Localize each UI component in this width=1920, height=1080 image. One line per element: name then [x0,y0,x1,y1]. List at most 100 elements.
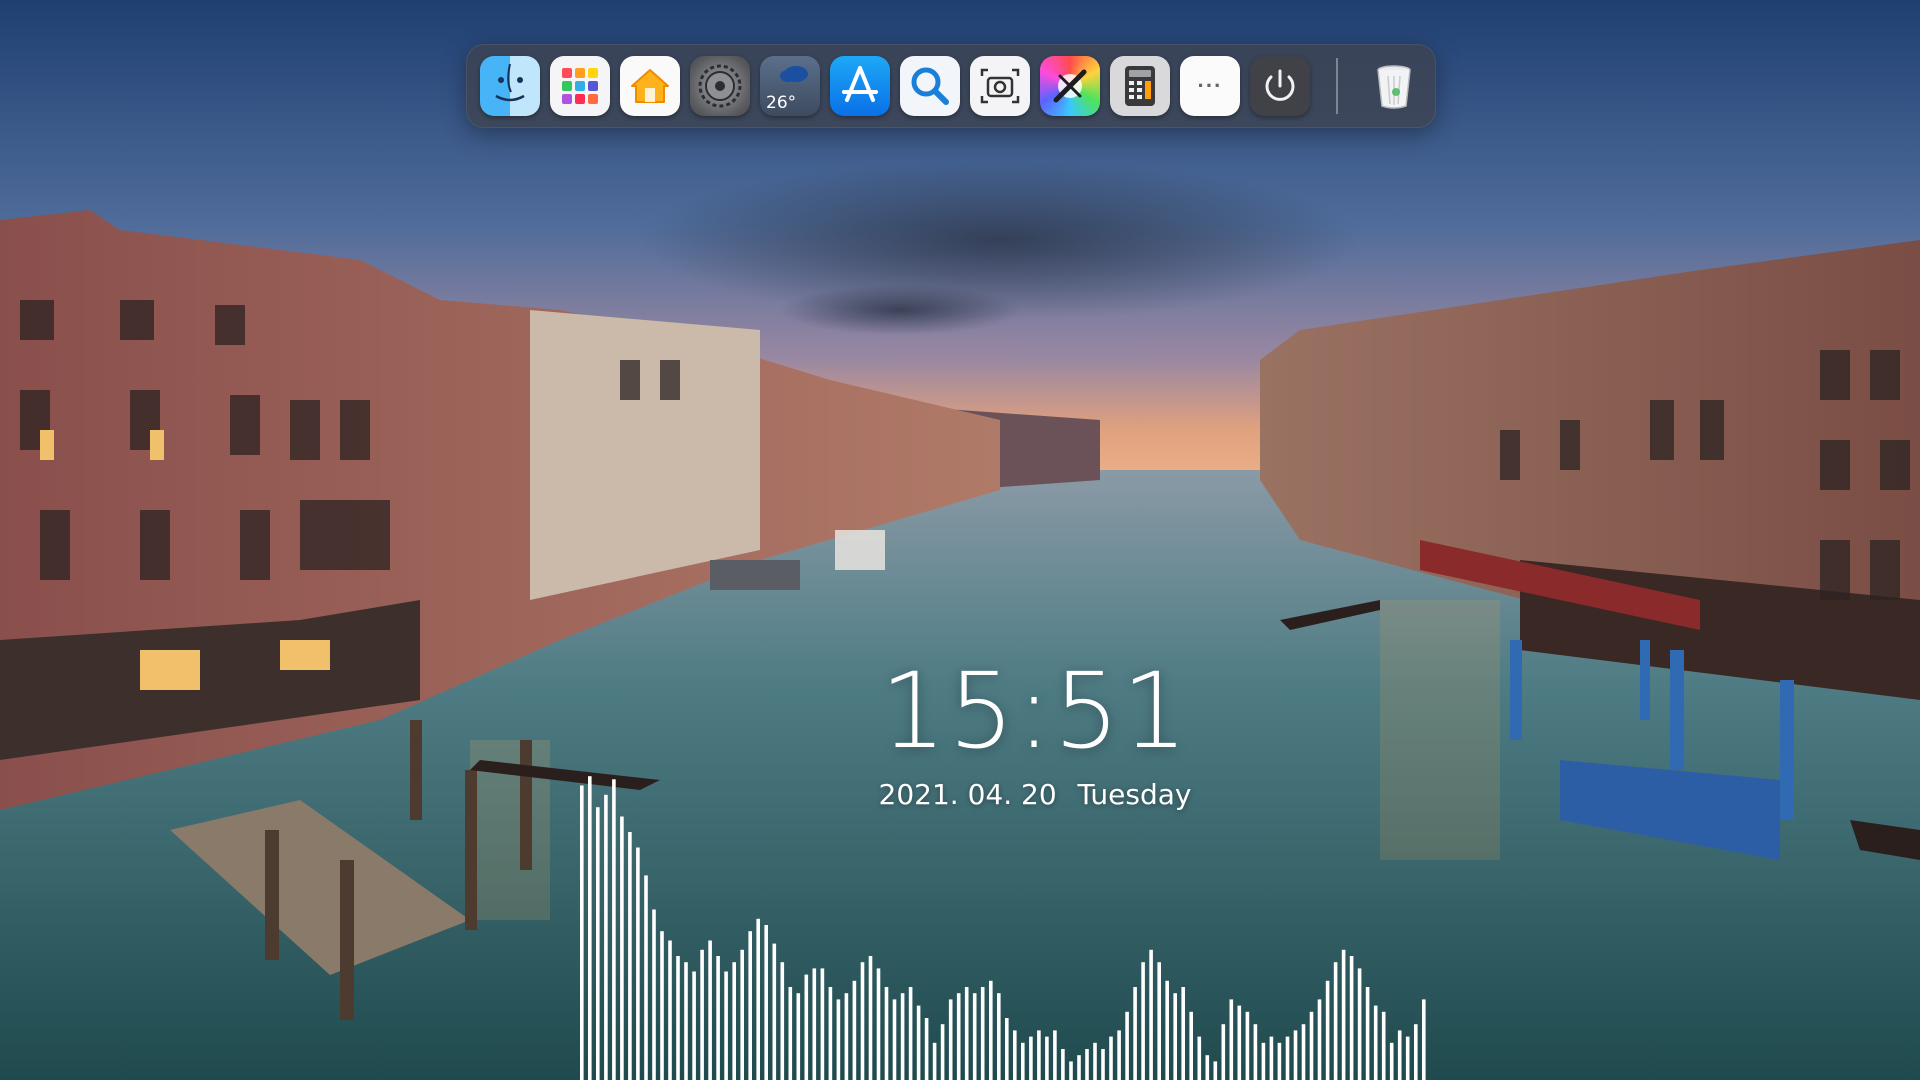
visualizer-bar [588,776,592,1080]
visualizer-bar [684,962,688,1080]
visualizer-bar [1117,1030,1121,1080]
calculator-icon[interactable] [1110,56,1170,116]
visualizer-bar [1317,999,1322,1080]
visualizer-bar [1037,1030,1041,1080]
visualizer-bar [620,816,624,1080]
visualizer-bar [1165,980,1169,1080]
more-label: ··· [1197,73,1223,98]
visualizer-bar [1301,1024,1306,1080]
visualizer-bar [1213,1061,1218,1080]
app-store-icon[interactable] [830,56,890,116]
visualizer-bar [1125,1011,1129,1080]
visualizer-bar [1013,1030,1017,1080]
visualizer-bar [676,956,680,1080]
dock: 26° ··· [466,44,1436,128]
visualizer-bar [708,940,712,1080]
visualizer-bar [828,987,833,1080]
visualizer-bar [1414,1024,1418,1080]
clock-time: 15:51 [880,650,1190,772]
visualizer-bar [732,962,736,1080]
visualizer-bar [1405,1036,1410,1080]
power-icon[interactable] [1250,56,1310,116]
finder-icon[interactable] [480,56,540,116]
visualizer-bar [1325,980,1330,1080]
visualizer-bar [1173,993,1177,1080]
visualizer-bar [1349,956,1354,1080]
visualizer-bar [700,949,704,1080]
visualizer-bar [1205,1055,1210,1080]
visualizer-bar [1389,1042,1394,1080]
visualizer-bar [1149,949,1153,1080]
visualizer-bar [1245,1011,1250,1080]
visualizer-bar [836,999,841,1080]
visualizer-bar [1373,1005,1378,1080]
launchpad-grid-icon[interactable] [550,56,610,116]
visualizer-bar [1261,1042,1266,1080]
visualizer-bar [1085,1049,1089,1080]
visualizer-bar [900,993,905,1080]
cloud-icon[interactable]: 26° [760,56,820,116]
visualizer-bar [636,847,640,1080]
color-wheel-icon[interactable] [1040,56,1100,116]
visualizer-bar [908,987,913,1080]
visualizer-bar [1253,1024,1258,1080]
visualizer-bar [1341,949,1346,1080]
visualizer-bar [860,962,865,1080]
visualizer-bar [1365,987,1370,1080]
visualizer-bar [1053,1030,1057,1080]
gear-icon[interactable] [690,56,750,116]
visualizer-bar [1029,1036,1033,1080]
dock-separator [1336,58,1338,114]
home-icon[interactable] [620,56,680,116]
visualizer-bar [1061,1049,1065,1080]
visualizer-bar [788,987,793,1080]
visualizer-bar [1069,1061,1073,1080]
visualizer-bar [980,987,985,1080]
visualizer-bar [716,956,720,1080]
visualizer-bar [1293,1030,1298,1080]
visualizer-bar [932,1042,937,1080]
visualizer-bar [580,785,584,1080]
visualizer-bar [1333,962,1338,1080]
trash-icon[interactable] [1364,56,1424,116]
camera-icon[interactable] [970,56,1030,116]
visualizer-bar [692,971,696,1080]
visualizer-bar [1109,1036,1113,1080]
visualizer-bar [668,940,672,1080]
visualizer-bar [997,993,1001,1080]
visualizer-bar [924,1018,929,1080]
visualizer-bar [1381,1011,1386,1080]
visualizer-bar [1133,987,1137,1080]
visualizer-bar [1285,1036,1290,1080]
visualizer-bar [1422,999,1426,1080]
visualizer-bar [972,993,977,1080]
visualizer-bar [780,962,785,1080]
visualizer-bar [796,993,801,1080]
visualizer-bar [1157,962,1161,1080]
visualizer-bar [596,807,600,1080]
visualizer-bar [1221,1024,1226,1080]
visualizer-bar [916,1005,921,1080]
visualizer-bar [852,980,857,1080]
visualizer-bar [804,974,809,1080]
visualizer-bar [956,993,961,1080]
visualizer-bar [892,999,897,1080]
visualizer-bar [756,918,760,1080]
visualizer-bar [1077,1055,1081,1080]
visualizer-bar [764,925,768,1080]
visualizer-bar [1189,1011,1193,1080]
visualizer-bar [1397,1030,1402,1080]
visualizer-bar [964,987,969,1080]
visualizer-bar [1045,1036,1049,1080]
visualizer-bar [876,968,881,1080]
visualizer-bar [644,875,648,1080]
weather-temperature: 26° [766,93,797,113]
visualizer-bar [612,779,616,1080]
visualizer-bar [884,987,889,1080]
visualizer-bar [1197,1036,1202,1080]
more-dots-icon[interactable]: ··· [1180,56,1240,116]
visualizer-bar [628,832,632,1080]
visualizer-bar [989,980,993,1080]
visualizer-bar [1269,1036,1274,1080]
magnifier-icon[interactable] [900,56,960,116]
